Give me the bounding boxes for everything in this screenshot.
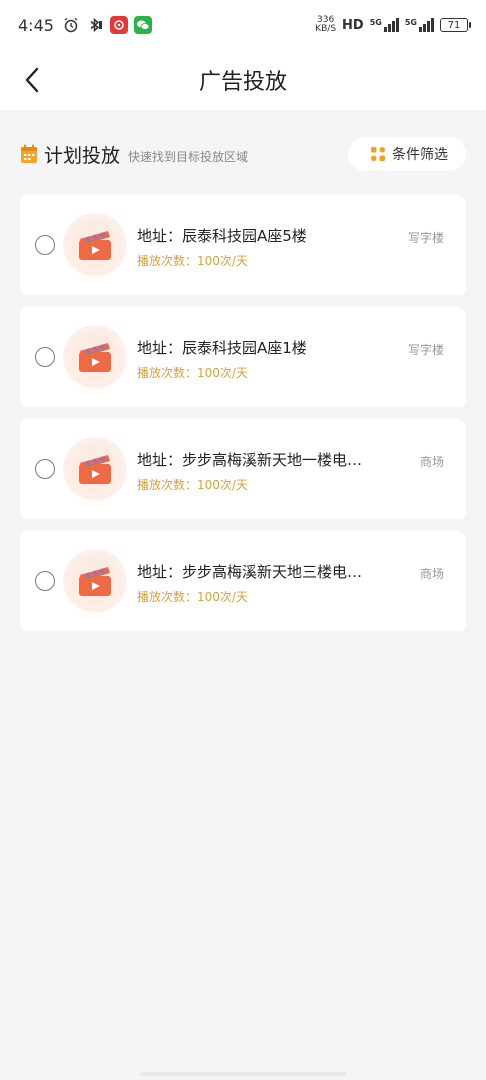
location-list: 地址：辰泰科技园A座5楼 播放次数：100次/天 写字楼 地址：辰泰科技园A座1…	[20, 195, 466, 643]
page-title: 广告投放	[198, 70, 287, 95]
select-radio[interactable]	[35, 235, 55, 255]
signal-label-2: 5G	[404, 18, 417, 27]
section-title: 计划投放	[44, 144, 121, 167]
card-text: 地址：步步高梅溪新天地三楼电… 播放次数：100次/天	[137, 561, 377, 605]
card-text: 地址：辰泰科技园A座5楼 播放次数：100次/天	[137, 225, 377, 269]
video-clapper-icon	[63, 213, 127, 277]
bluetooth-icon	[86, 16, 104, 34]
select-radio[interactable]	[35, 571, 55, 591]
back-button[interactable]	[14, 62, 50, 98]
section-header: 计划投放 快速找到目标投放区域 条件筛选	[20, 134, 466, 174]
filter-button[interactable]: 条件筛选	[348, 137, 466, 171]
card-plays: 播放次数：100次/天	[137, 366, 248, 380]
signal-5g-icon: 5G	[370, 18, 399, 32]
select-radio[interactable]	[35, 459, 55, 479]
video-clapper-icon	[63, 325, 127, 389]
status-right-icons: 336 KB/S HD 5G 5G 71	[315, 16, 471, 34]
home-indicator	[140, 1072, 346, 1076]
status-time: 4:45	[18, 15, 54, 35]
video-clapper-icon	[63, 437, 127, 501]
location-card[interactable]: 地址：步步高梅溪新天地三楼电… 播放次数：100次/天 商场	[20, 531, 466, 631]
card-type: 商场	[419, 567, 444, 581]
card-plays: 播放次数：100次/天	[137, 590, 248, 604]
card-plays: 播放次数：100次/天	[137, 254, 248, 268]
card-type: 写字楼	[407, 231, 444, 245]
select-radio[interactable]	[35, 347, 55, 367]
calendar-icon	[20, 144, 38, 164]
status-left-icons	[62, 16, 152, 34]
card-type: 写字楼	[407, 343, 444, 357]
battery-icon: 71	[440, 18, 471, 32]
card-address: 地址：步步高梅溪新天地一楼电…	[137, 451, 363, 469]
card-address: 地址：辰泰科技园A座5楼	[137, 227, 307, 245]
network-speed: 336 KB/S	[315, 16, 336, 34]
signal-label: 5G	[369, 18, 382, 27]
network-speed-unit: KB/S	[315, 24, 337, 34]
card-type: 商场	[419, 455, 444, 469]
alarm-icon	[62, 16, 80, 34]
filter-grid-icon	[371, 147, 385, 161]
hd-icon: HD	[342, 17, 364, 33]
video-clapper-icon	[63, 549, 127, 613]
location-card[interactable]: 地址：辰泰科技园A座5楼 播放次数：100次/天 写字楼	[20, 195, 466, 295]
card-address: 地址：辰泰科技园A座1楼	[137, 339, 307, 357]
status-bar: 4:45 336 KB/S HD 5G 5G 71	[0, 0, 486, 50]
card-address: 地址：步步高梅溪新天地三楼电…	[137, 563, 363, 581]
card-text: 地址：辰泰科技园A座1楼 播放次数：100次/天	[137, 337, 377, 381]
section-subtitle: 快速找到目标投放区域	[128, 149, 249, 164]
netease-music-icon	[109, 16, 128, 34]
battery-level: 71	[447, 19, 461, 31]
card-text: 地址：步步高梅溪新天地一楼电… 播放次数：100次/天	[137, 449, 377, 493]
signal-5g-icon-2: 5G	[405, 18, 434, 32]
wechat-icon	[133, 16, 152, 34]
filter-label: 条件筛选	[392, 147, 448, 163]
chevron-left-icon	[25, 67, 39, 93]
nav-bar: 广告投放	[0, 50, 486, 110]
card-plays: 播放次数：100次/天	[137, 478, 248, 492]
location-card[interactable]: 地址：步步高梅溪新天地一楼电… 播放次数：100次/天 商场	[20, 419, 466, 519]
location-card[interactable]: 地址：辰泰科技园A座1楼 播放次数：100次/天 写字楼	[20, 307, 466, 407]
